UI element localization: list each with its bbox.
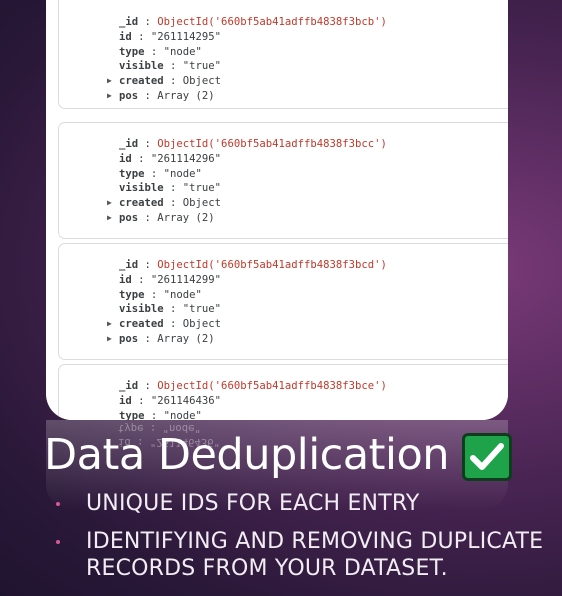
bullet-text: RECORDS FROM YOUR DATASET.	[86, 556, 448, 581]
field-id: id : "261146436"	[119, 395, 222, 407]
bullet-text: UNIQUE IDS FOR EACH ENTRY	[86, 491, 420, 516]
field-pos[interactable]: ▶ pos : Array (2)	[107, 90, 215, 102]
document-card[interactable]: _id : ObjectId('660bf5ab41adffb4838f3bce…	[58, 364, 508, 420]
field-_id: _id : ObjectId('660bf5ab41adffb4838f3bcd…	[119, 259, 387, 271]
document-card[interactable]: _id : ObjectId('660bf5ab41adffb4838f3bcc…	[58, 122, 508, 239]
bullet-text: IDENTIFYING AND REMOVING DUPLICATE	[86, 529, 544, 554]
expand-arrow-icon[interactable]: ▶	[107, 76, 112, 85]
field-visible: visible : "true"	[119, 303, 222, 315]
expand-arrow-icon[interactable]: ▶	[107, 198, 112, 207]
field-_id: _id : ObjectId('660bf5ab41adffb4838f3bcc…	[119, 138, 387, 150]
expand-arrow-icon[interactable]: ▶	[107, 334, 112, 343]
expand-arrow-icon[interactable]: ▶	[107, 91, 112, 100]
slide-title: Data Deduplication	[44, 430, 450, 480]
field-created[interactable]: ▶ created : Object	[107, 318, 221, 330]
field-created[interactable]: ▶ created : Object	[107, 197, 221, 209]
field-type: type : "node"	[119, 46, 202, 58]
field-_id: _id : ObjectId('660bf5ab41adffb4838f3bcb…	[119, 16, 387, 28]
field-type: type : "node"	[119, 289, 202, 301]
expand-arrow-icon[interactable]: ▶	[107, 213, 112, 222]
field-pos[interactable]: ▶ pos : Array (2)	[107, 212, 215, 224]
field-type: type : "node"	[119, 168, 202, 180]
field-type: type : "node"	[119, 410, 202, 420]
field-id: id : "261114299"	[119, 274, 222, 286]
field-_id: _id : ObjectId('660bf5ab41adffb4838f3bce…	[119, 380, 387, 392]
document-card[interactable]: _id : ObjectId('660bf5ab41adffb4838f3bcb…	[58, 0, 508, 109]
field-id: id : "261114296"	[119, 153, 222, 165]
field-pos[interactable]: ▶ pos : Array (2)	[107, 333, 215, 345]
field-created[interactable]: ▶ created : Object	[107, 75, 221, 87]
document-list-panel: _id : ObjectId('660bf5ab41adffb4838f3bcb…	[46, 0, 508, 420]
field-id: id : "261114295"	[119, 31, 222, 43]
white-check-mark-icon	[462, 433, 512, 481]
field-visible: visible : "true"	[119, 182, 222, 194]
field-visible: visible : "true"	[119, 60, 222, 72]
document-card[interactable]: _id : ObjectId('660bf5ab41adffb4838f3bcd…	[58, 243, 508, 360]
bullet-dot	[56, 540, 60, 544]
bullet-dot	[56, 502, 60, 506]
expand-arrow-icon[interactable]: ▶	[107, 319, 112, 328]
